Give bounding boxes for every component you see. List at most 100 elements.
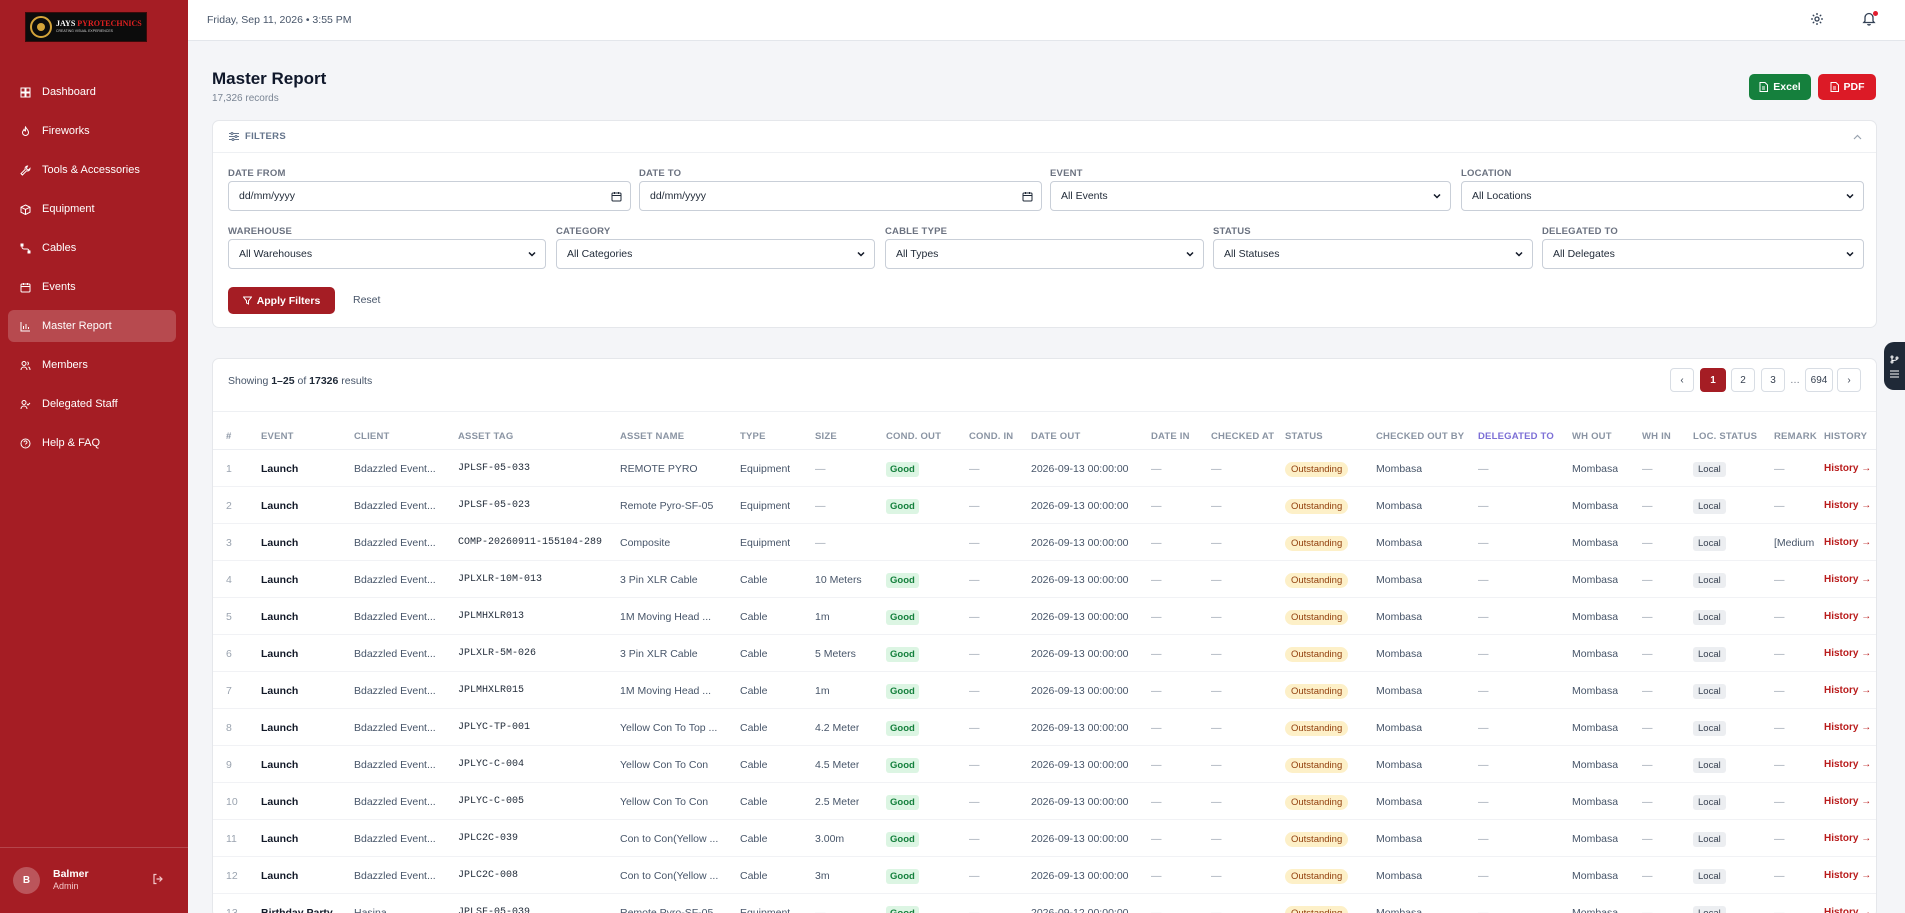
cell-history[interactable]: History → <box>1824 611 1871 622</box>
avatar[interactable]: B <box>13 867 40 894</box>
column-header-checked-at[interactable]: CHECKED AT <box>1211 431 1274 442</box>
sidebar-item-master-report[interactable]: Master Report <box>8 310 176 342</box>
collapse-chevron-icon[interactable] <box>1853 131 1862 143</box>
sidebar-item-events[interactable]: Events <box>8 271 176 303</box>
table-row[interactable]: 7 Launch Bdazzled Event... JPLMHXLR015 1M Mo… <box>213 672 1876 709</box>
cell-asset-tag: JPLYC-TP-001 <box>458 722 531 733</box>
cell-remark: — <box>1774 722 1785 734</box>
sidebar-item-equipment[interactable]: Equipment <box>8 193 176 225</box>
cell-history[interactable]: History → <box>1824 870 1871 881</box>
cell-history[interactable]: History → <box>1824 463 1871 474</box>
column-header-type[interactable]: TYPE <box>740 431 766 442</box>
chevron-down-icon <box>856 249 866 262</box>
cell-history[interactable]: History → <box>1824 648 1871 659</box>
pagination-page-3[interactable]: 3 <box>1761 368 1785 392</box>
delegated-to-select[interactable]: All Delegates <box>1542 239 1864 269</box>
location-select[interactable]: All Locations <box>1461 181 1864 211</box>
table-row[interactable]: 2 Launch Bdazzled Event... JPLSF-05-023 Remo… <box>213 487 1876 524</box>
side-drawer-tab[interactable] <box>1884 342 1905 390</box>
company-logo[interactable]: JAYS PYROTECHNICS CREATING VISUAL EXPERI… <box>25 12 147 42</box>
sidebar-item-tools-accessories[interactable]: Tools & Accessories <box>8 154 176 186</box>
cell-history[interactable]: History → <box>1824 574 1871 585</box>
table-row[interactable]: 13 Birthday Party Hasina JPLSF-05-039 Remote… <box>213 894 1876 913</box>
column-header-checked-out-by[interactable]: CHECKED OUT BY <box>1376 431 1464 442</box>
cell-history[interactable]: History → <box>1824 537 1871 548</box>
cell-asset-name: Con to Con(Yellow ... <box>620 870 719 882</box>
status-select[interactable]: All Statuses <box>1213 239 1533 269</box>
filters-header[interactable]: FILTERS <box>213 121 1876 153</box>
cell-history[interactable]: History → <box>1824 759 1871 770</box>
column-header-wh-in[interactable]: WH IN <box>1642 431 1671 442</box>
gear-icon[interactable] <box>1810 12 1824 29</box>
cell-history[interactable]: History → <box>1824 833 1871 844</box>
cell-checked-out-by: Mombasa <box>1376 648 1423 660</box>
column-header-delegated-to[interactable]: DELEGATED TO <box>1478 431 1554 442</box>
sidebar-item-delegated-staff[interactable]: Delegated Staff <box>8 388 176 420</box>
column-header-asset-tag[interactable]: ASSET TAG <box>458 431 513 442</box>
column-header-wh-out[interactable]: WH OUT <box>1572 431 1612 442</box>
cell-loc-status: Local <box>1693 610 1726 625</box>
column-header-date-out[interactable]: DATE OUT <box>1031 431 1080 442</box>
date-to-input[interactable]: dd/mm/yyyy <box>639 181 1042 211</box>
calendar-icon[interactable] <box>611 191 622 205</box>
sidebar-item-help-faq[interactable]: Help & FAQ <box>8 427 176 459</box>
cell-cond-in: — <box>969 574 980 586</box>
pagination-prev-button[interactable]: ‹ <box>1670 368 1694 392</box>
cell-event: Launch <box>261 796 299 808</box>
cell-row-number: 2 <box>226 500 232 512</box>
cell-history[interactable]: History → <box>1824 685 1871 696</box>
pagination-next-button[interactable]: › <box>1837 368 1861 392</box>
table-row[interactable]: 1 Launch Bdazzled Event... JPLSF-05-033 REMO… <box>213 450 1876 487</box>
date-from-input[interactable]: dd/mm/yyyy <box>228 181 631 211</box>
column-header-date-in[interactable]: DATE IN <box>1151 431 1190 442</box>
column-header-cond-in[interactable]: COND. IN <box>969 431 1013 442</box>
cell-cond-out: Good <box>886 832 919 847</box>
calendar-icon[interactable] <box>1022 191 1033 205</box>
cable-type-select[interactable]: All Types <box>885 239 1204 269</box>
table-row[interactable]: 11 Launch Bdazzled Event... JPLC2C-039 Con t… <box>213 820 1876 857</box>
export-excel-button[interactable]: Excel <box>1749 74 1811 100</box>
table-row[interactable]: 10 Launch Bdazzled Event... JPLYC-C-005 Yell… <box>213 783 1876 820</box>
event-select[interactable]: All Events <box>1050 181 1451 211</box>
table-row[interactable]: 5 Launch Bdazzled Event... JPLMHXLR013 1M Mo… <box>213 598 1876 635</box>
column-header-client[interactable]: CLIENT <box>354 431 390 442</box>
reset-filters-button[interactable]: Reset <box>353 294 380 306</box>
sidebar-item-cables[interactable]: Cables <box>8 232 176 264</box>
cell-asset-tag: JPLC2C-039 <box>458 833 519 844</box>
column-header-event[interactable]: EVENT <box>261 431 294 442</box>
logout-icon[interactable] <box>152 873 164 888</box>
apply-filters-button[interactable]: Apply Filters <box>228 287 335 314</box>
table-row[interactable]: 12 Launch Bdazzled Event... JPLC2C-008 Con t… <box>213 857 1876 894</box>
category-select[interactable]: All Categories <box>556 239 875 269</box>
table-row[interactable]: 3 Launch Bdazzled Event... COMP-20260911-15… <box>213 524 1876 561</box>
column-header-status[interactable]: STATUS <box>1285 431 1323 442</box>
column-header-row-number[interactable]: # <box>226 431 231 442</box>
cell-history[interactable]: History → <box>1824 907 1871 913</box>
sidebar-item-fireworks[interactable]: Fireworks <box>8 115 176 147</box>
column-header-asset-name[interactable]: ASSET NAME <box>620 431 684 442</box>
column-header-history[interactable]: HISTORY <box>1824 431 1867 442</box>
cell-history[interactable]: History → <box>1824 722 1871 733</box>
sidebar-item-dashboard[interactable]: Dashboard <box>8 76 176 108</box>
cell-event: Launch <box>261 685 299 697</box>
column-header-loc-status[interactable]: LOC. STATUS <box>1693 431 1757 442</box>
table-row[interactable]: 6 Launch Bdazzled Event... JPLXLR-5M-026 3 P… <box>213 635 1876 672</box>
cell-history[interactable]: History → <box>1824 796 1871 807</box>
cell-type: Cable <box>740 722 768 734</box>
table-row[interactable]: 9 Launch Bdazzled Event... JPLYC-C-004 Yello… <box>213 746 1876 783</box>
cell-asset-name: Composite <box>620 537 671 549</box>
warehouse-select[interactable]: All Warehouses <box>228 239 546 269</box>
pagination-page-1[interactable]: 1 <box>1700 368 1726 392</box>
pagination-page-last[interactable]: 694 <box>1805 368 1833 392</box>
table-row[interactable]: 4 Launch Bdazzled Event... JPLXLR-10M-013 3 … <box>213 561 1876 598</box>
column-header-size[interactable]: SIZE <box>815 431 837 442</box>
sidebar-item-members[interactable]: Members <box>8 349 176 381</box>
cell-status: Outstanding <box>1285 906 1349 913</box>
column-header-remark[interactable]: REMARK <box>1774 431 1817 442</box>
export-pdf-button[interactable]: PDF <box>1818 74 1876 100</box>
column-header-cond-out[interactable]: COND. OUT <box>886 431 941 442</box>
cell-history[interactable]: History → <box>1824 500 1871 511</box>
pagination-page-2[interactable]: 2 <box>1731 368 1755 392</box>
table-row[interactable]: 8 Launch Bdazzled Event... JPLYC-TP-001 Yell… <box>213 709 1876 746</box>
cell-date-in: — <box>1151 500 1162 512</box>
